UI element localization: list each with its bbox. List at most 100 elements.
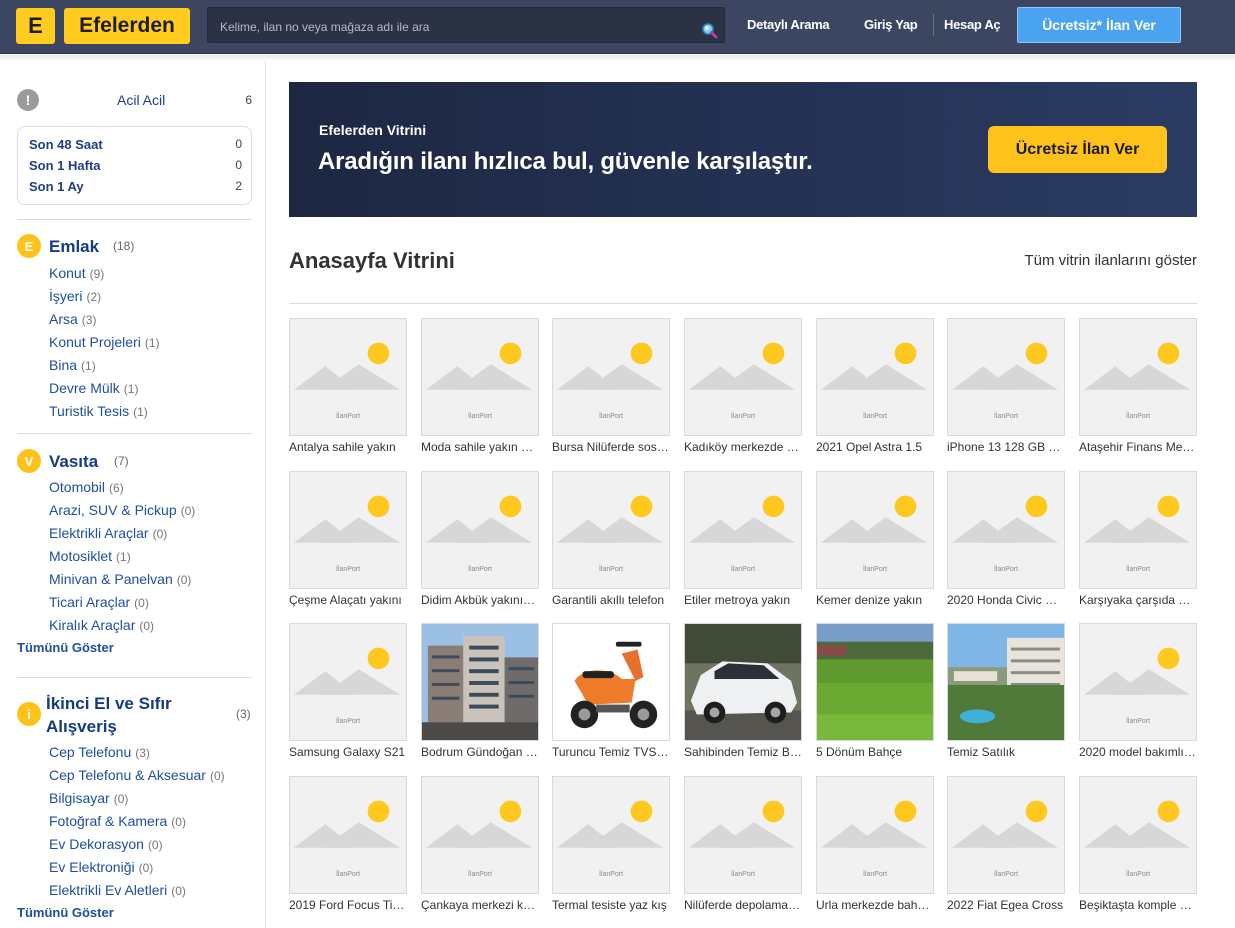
listing-card[interactable]: İlanPort 2021 Opel Astra 1.5	[816, 318, 934, 458]
search-icon[interactable]	[701, 22, 719, 40]
placeholder-image-icon[interactable]: İlanPort	[1079, 471, 1197, 589]
listing-card[interactable]: İlanPort 2020 Honda Civic Eco	[947, 471, 1065, 611]
placeholder-image-icon[interactable]: İlanPort	[421, 318, 539, 436]
listing-title[interactable]: Beşiktaşta komple bina	[1079, 898, 1197, 912]
listing-card[interactable]: İlanPort Bursa Nilüferde sosyal	[552, 318, 670, 458]
listing-photo[interactable]	[947, 623, 1065, 741]
listing-card[interactable]: İlanPort Ataşehir Finans Merkezi	[1079, 318, 1197, 458]
subcategory-link[interactable]: Arsa (3)	[49, 311, 96, 327]
placeholder-image-icon[interactable]: İlanPort	[684, 776, 802, 894]
listing-card[interactable]: İlanPort Çeşme Alaçatı yakını	[289, 471, 407, 611]
time-filter-label[interactable]: Son 48 Saat	[29, 137, 103, 152]
subcategory-link[interactable]: Elektrikli Ev Aletleri (0)	[49, 882, 186, 898]
listing-card[interactable]: İlanPort iPhone 13 128 GB Mavi	[947, 318, 1065, 458]
subcategory-link[interactable]: Motosiklet (1)	[49, 548, 131, 564]
listing-title[interactable]: 2019 Ford Focus Titanium	[289, 898, 407, 912]
subcategory-link[interactable]: Elektrikli Araçlar (0)	[49, 525, 167, 541]
subcategory-label[interactable]: Cep Telefonu & Aksesuar	[49, 767, 206, 783]
placeholder-image-icon[interactable]: İlanPort	[289, 471, 407, 589]
subcategory-label[interactable]: Turistik Tesis	[49, 403, 129, 419]
subcategory-link[interactable]: Devre Mülk (1)	[49, 380, 138, 396]
listing-card[interactable]: İlanPort 2019 Ford Focus Titanium	[289, 776, 407, 916]
listing-card[interactable]: İlanPort Termal tesiste yaz kış	[552, 776, 670, 916]
category-title-ikinci-el[interactable]: İkinci El ve Sıfır	[46, 694, 172, 714]
show-all-vasita-link[interactable]: Tümünü Göster	[17, 640, 114, 655]
hero-post-ad-button[interactable]: Ücretsiz İlan Ver	[988, 126, 1167, 173]
listing-title[interactable]: Çeşme Alaçatı yakını	[289, 593, 407, 607]
subcategory-label[interactable]: Ticari Araçlar	[49, 594, 130, 610]
listing-title[interactable]: 2020 model bakımlı araç	[1079, 745, 1197, 759]
subcategory-label[interactable]: İşyeri	[49, 288, 82, 304]
listing-title[interactable]: Etiler metroya yakın	[684, 593, 802, 607]
listing-title[interactable]: 2022 Fiat Egea Cross	[947, 898, 1065, 912]
placeholder-image-icon[interactable]: İlanPort	[947, 776, 1065, 894]
subcategory-label[interactable]: Arsa	[49, 311, 78, 327]
show-all-showcase-link[interactable]: Tüm vitrin ilanlarını göster	[1024, 252, 1197, 269]
listing-card[interactable]: İlanPort Garantili akıllı telefon	[552, 471, 670, 611]
subcategory-link[interactable]: Cep Telefonu & Aksesuar (0)	[49, 767, 225, 783]
time-filter-48h[interactable]: Son 48 Saat 0	[29, 137, 242, 155]
listing-title[interactable]: Çankaya merkezi konum	[421, 898, 539, 912]
listing-card[interactable]: Turuncu Temiz TVS Jupiter	[552, 623, 670, 763]
listing-card[interactable]: İlanPort Nilüferde depolama alanı	[684, 776, 802, 916]
subcategory-link[interactable]: Bina (1)	[49, 357, 96, 373]
subcategory-label[interactable]: Arazi, SUV & Pickup	[49, 502, 177, 518]
subcategory-label[interactable]: Konut Projeleri	[49, 334, 141, 350]
listing-title[interactable]: Garantili akıllı telefon	[552, 593, 670, 607]
subcategory-label[interactable]: Elektrikli Araçlar	[49, 525, 149, 541]
listing-title[interactable]: Bursa Nilüferde sosyal	[552, 440, 670, 454]
listing-card[interactable]: İlanPort Etiler metroya yakın	[684, 471, 802, 611]
listing-card[interactable]: Bodrum Gündoğan villa	[421, 623, 539, 763]
time-filter-label[interactable]: Son 1 Ay	[29, 179, 84, 194]
search-input[interactable]	[208, 8, 688, 42]
placeholder-image-icon[interactable]: İlanPort	[684, 318, 802, 436]
listing-title[interactable]: Didim Akbük yakınında	[421, 593, 539, 607]
placeholder-image-icon[interactable]: İlanPort	[552, 471, 670, 589]
detailed-search-link[interactable]: Detaylı Arama	[747, 17, 830, 32]
listing-card[interactable]: Temiz Satılık	[947, 623, 1065, 763]
placeholder-image-icon[interactable]: İlanPort	[552, 776, 670, 894]
placeholder-image-icon[interactable]: İlanPort	[816, 471, 934, 589]
listing-title[interactable]: Kemer denize yakın	[816, 593, 934, 607]
subcategory-link[interactable]: Konut (9)	[49, 265, 104, 281]
login-link[interactable]: Giriş Yap	[864, 17, 918, 32]
listing-title[interactable]: Karşıyaka çarşıda dükkan	[1079, 593, 1197, 607]
listing-title[interactable]: 2021 Opel Astra 1.5	[816, 440, 934, 454]
subcategory-label[interactable]: Otomobil	[49, 479, 105, 495]
subcategory-link[interactable]: Cep Telefonu (3)	[49, 744, 150, 760]
subcategory-link[interactable]: Bilgisayar (0)	[49, 790, 128, 806]
category-title-vasita[interactable]: Vasıta	[49, 452, 98, 472]
logo-wordmark[interactable]: Efelerden	[64, 8, 190, 44]
placeholder-image-icon[interactable]: İlanPort	[684, 471, 802, 589]
placeholder-image-icon[interactable]: İlanPort	[421, 776, 539, 894]
listing-title[interactable]: Turuncu Temiz TVS Jupiter	[552, 745, 670, 759]
placeholder-image-icon[interactable]: İlanPort	[1079, 623, 1197, 741]
placeholder-image-icon[interactable]: İlanPort	[552, 318, 670, 436]
subcategory-link[interactable]: Konut Projeleri (1)	[49, 334, 160, 350]
listing-card[interactable]: İlanPort 2020 model bakımlı araç	[1079, 623, 1197, 763]
listing-card[interactable]: İlanPort Çankaya merkezi konum	[421, 776, 539, 916]
placeholder-image-icon[interactable]: İlanPort	[816, 776, 934, 894]
subcategory-label[interactable]: Devre Mülk	[49, 380, 120, 396]
subcategory-link[interactable]: Ev Elektroniği (0)	[49, 859, 153, 875]
listing-card[interactable]: İlanPort Antalya sahile yakın	[289, 318, 407, 458]
listing-title[interactable]: Nilüferde depolama alanı	[684, 898, 802, 912]
listing-title[interactable]: Ataşehir Finans Merkezi	[1079, 440, 1197, 454]
subcategory-label[interactable]: Cep Telefonu	[49, 744, 131, 760]
listing-card[interactable]: İlanPort Karşıyaka çarşıda dükkan	[1079, 471, 1197, 611]
listing-title[interactable]: Kadıköy merkezde daire	[684, 440, 802, 454]
listing-title[interactable]: Sahibinden Temiz BMW	[684, 745, 802, 759]
subcategory-label[interactable]: Konut	[49, 265, 86, 281]
category-title-ikinci-el-line2[interactable]: Alışveriş	[46, 717, 117, 737]
subcategory-link[interactable]: Minivan & Panelvan (0)	[49, 571, 191, 587]
listing-title[interactable]: Termal tesiste yaz kış	[552, 898, 670, 912]
placeholder-image-icon[interactable]: İlanPort	[947, 318, 1065, 436]
post-ad-button[interactable]: Ücretsiz* İlan Ver	[1017, 7, 1181, 43]
listing-card[interactable]: İlanPort Beşiktaşta komple bina	[1079, 776, 1197, 916]
listing-photo[interactable]	[816, 623, 934, 741]
listing-photo[interactable]	[684, 623, 802, 741]
listing-title[interactable]: Bodrum Gündoğan villa	[421, 745, 539, 759]
subcategory-link[interactable]: Ev Dekorasyon (0)	[49, 836, 163, 852]
listing-card[interactable]: İlanPort Didim Akbük yakınında	[421, 471, 539, 611]
subcategory-label[interactable]: Bilgisayar	[49, 790, 110, 806]
